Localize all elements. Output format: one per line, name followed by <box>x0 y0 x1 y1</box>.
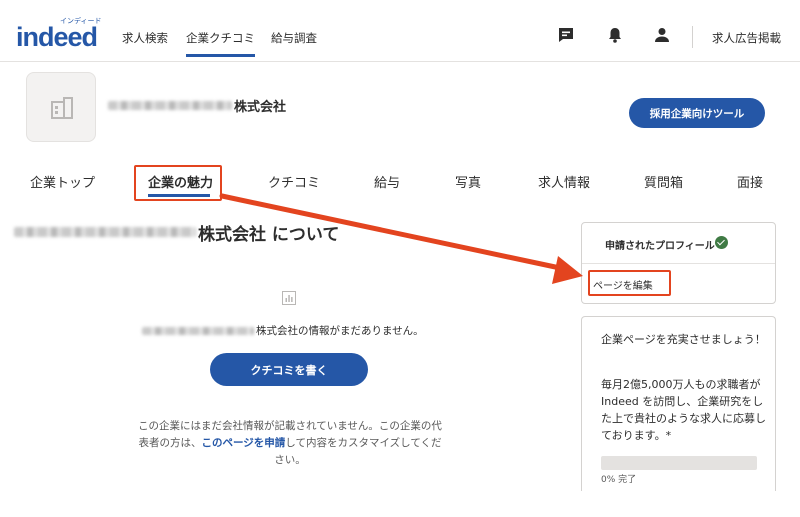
company-logo-placeholder <box>26 72 96 142</box>
bell-icon[interactable] <box>606 26 624 44</box>
employer-tools-button[interactable]: 採用企業向けツール <box>629 98 765 128</box>
chart-icon <box>282 291 296 305</box>
top-header: インディード indeed 求人検索 企業クチコミ 給与調査 求人広告掲載 <box>0 0 800 62</box>
company-name-redacted <box>108 101 232 110</box>
no-info-message: 株式会社の情報がまだありません。 <box>256 325 424 337</box>
building-icon <box>51 97 73 119</box>
about-title: 株式会社 について <box>198 225 340 245</box>
tab-photos[interactable]: 写真 <box>455 172 481 191</box>
desc-text-2: して内容をカスタマイズしてください。 <box>274 437 442 466</box>
profile-progress-label: 0% 完了 <box>601 475 637 485</box>
post-job-link[interactable]: 求人広告掲載 <box>712 30 781 46</box>
no-info-company-redacted <box>142 327 254 335</box>
tab-interviews[interactable]: 面接 <box>737 172 763 191</box>
nav-company-reviews[interactable]: 企業クチコミ <box>186 30 255 57</box>
promo-title: 企業ページを充実させましょう！ <box>601 333 766 346</box>
profile-progress-bar <box>601 456 757 470</box>
logo-wordmark: indeed <box>16 22 98 52</box>
tab-reviews[interactable]: クチコミ <box>268 172 320 191</box>
company-tabs: 企業トップ 企業の魅力 クチコミ 給与 写真 求人情報 質問箱 面接 <box>0 160 800 202</box>
indeed-logo[interactable]: インディード indeed <box>16 10 106 52</box>
tab-jobs[interactable]: 求人情報 <box>538 172 590 191</box>
user-icon[interactable] <box>653 26 671 44</box>
claimed-profile-title: 申請されたプロフィール <box>605 241 715 252</box>
claim-description: この企業にはまだ会社情報が記載されていません。この企業の代表者の方は、このページ… <box>138 418 442 469</box>
tab-company-top[interactable]: 企業トップ <box>30 172 95 191</box>
promo-card: 企業ページを充実させましょう！ 毎月2億5,000万人もの求職者が Indeed… <box>581 316 776 491</box>
tab-questions[interactable]: 質問箱 <box>644 172 683 191</box>
annotation-box-edit <box>588 270 671 296</box>
annotation-arrow-head <box>552 256 583 284</box>
annotation-box-tab <box>134 165 222 201</box>
header-divider <box>692 26 693 48</box>
nav-job-search[interactable]: 求人検索 <box>122 30 168 46</box>
tab-salary[interactable]: 給与 <box>374 172 400 191</box>
promo-body: 毎月2億5,000万人もの求職者が Indeed を訪問し、企業研究をした上で貴… <box>601 378 766 442</box>
nav-salary-survey[interactable]: 給与調査 <box>271 30 317 46</box>
claim-page-link[interactable]: このページを申請 <box>201 437 285 449</box>
verified-check-icon <box>715 236 728 249</box>
message-icon[interactable] <box>557 26 575 44</box>
about-company-redacted <box>14 227 196 237</box>
card-divider <box>582 263 775 264</box>
write-review-button[interactable]: クチコミを書く <box>210 353 368 386</box>
company-name: 株式会社 <box>234 100 287 115</box>
